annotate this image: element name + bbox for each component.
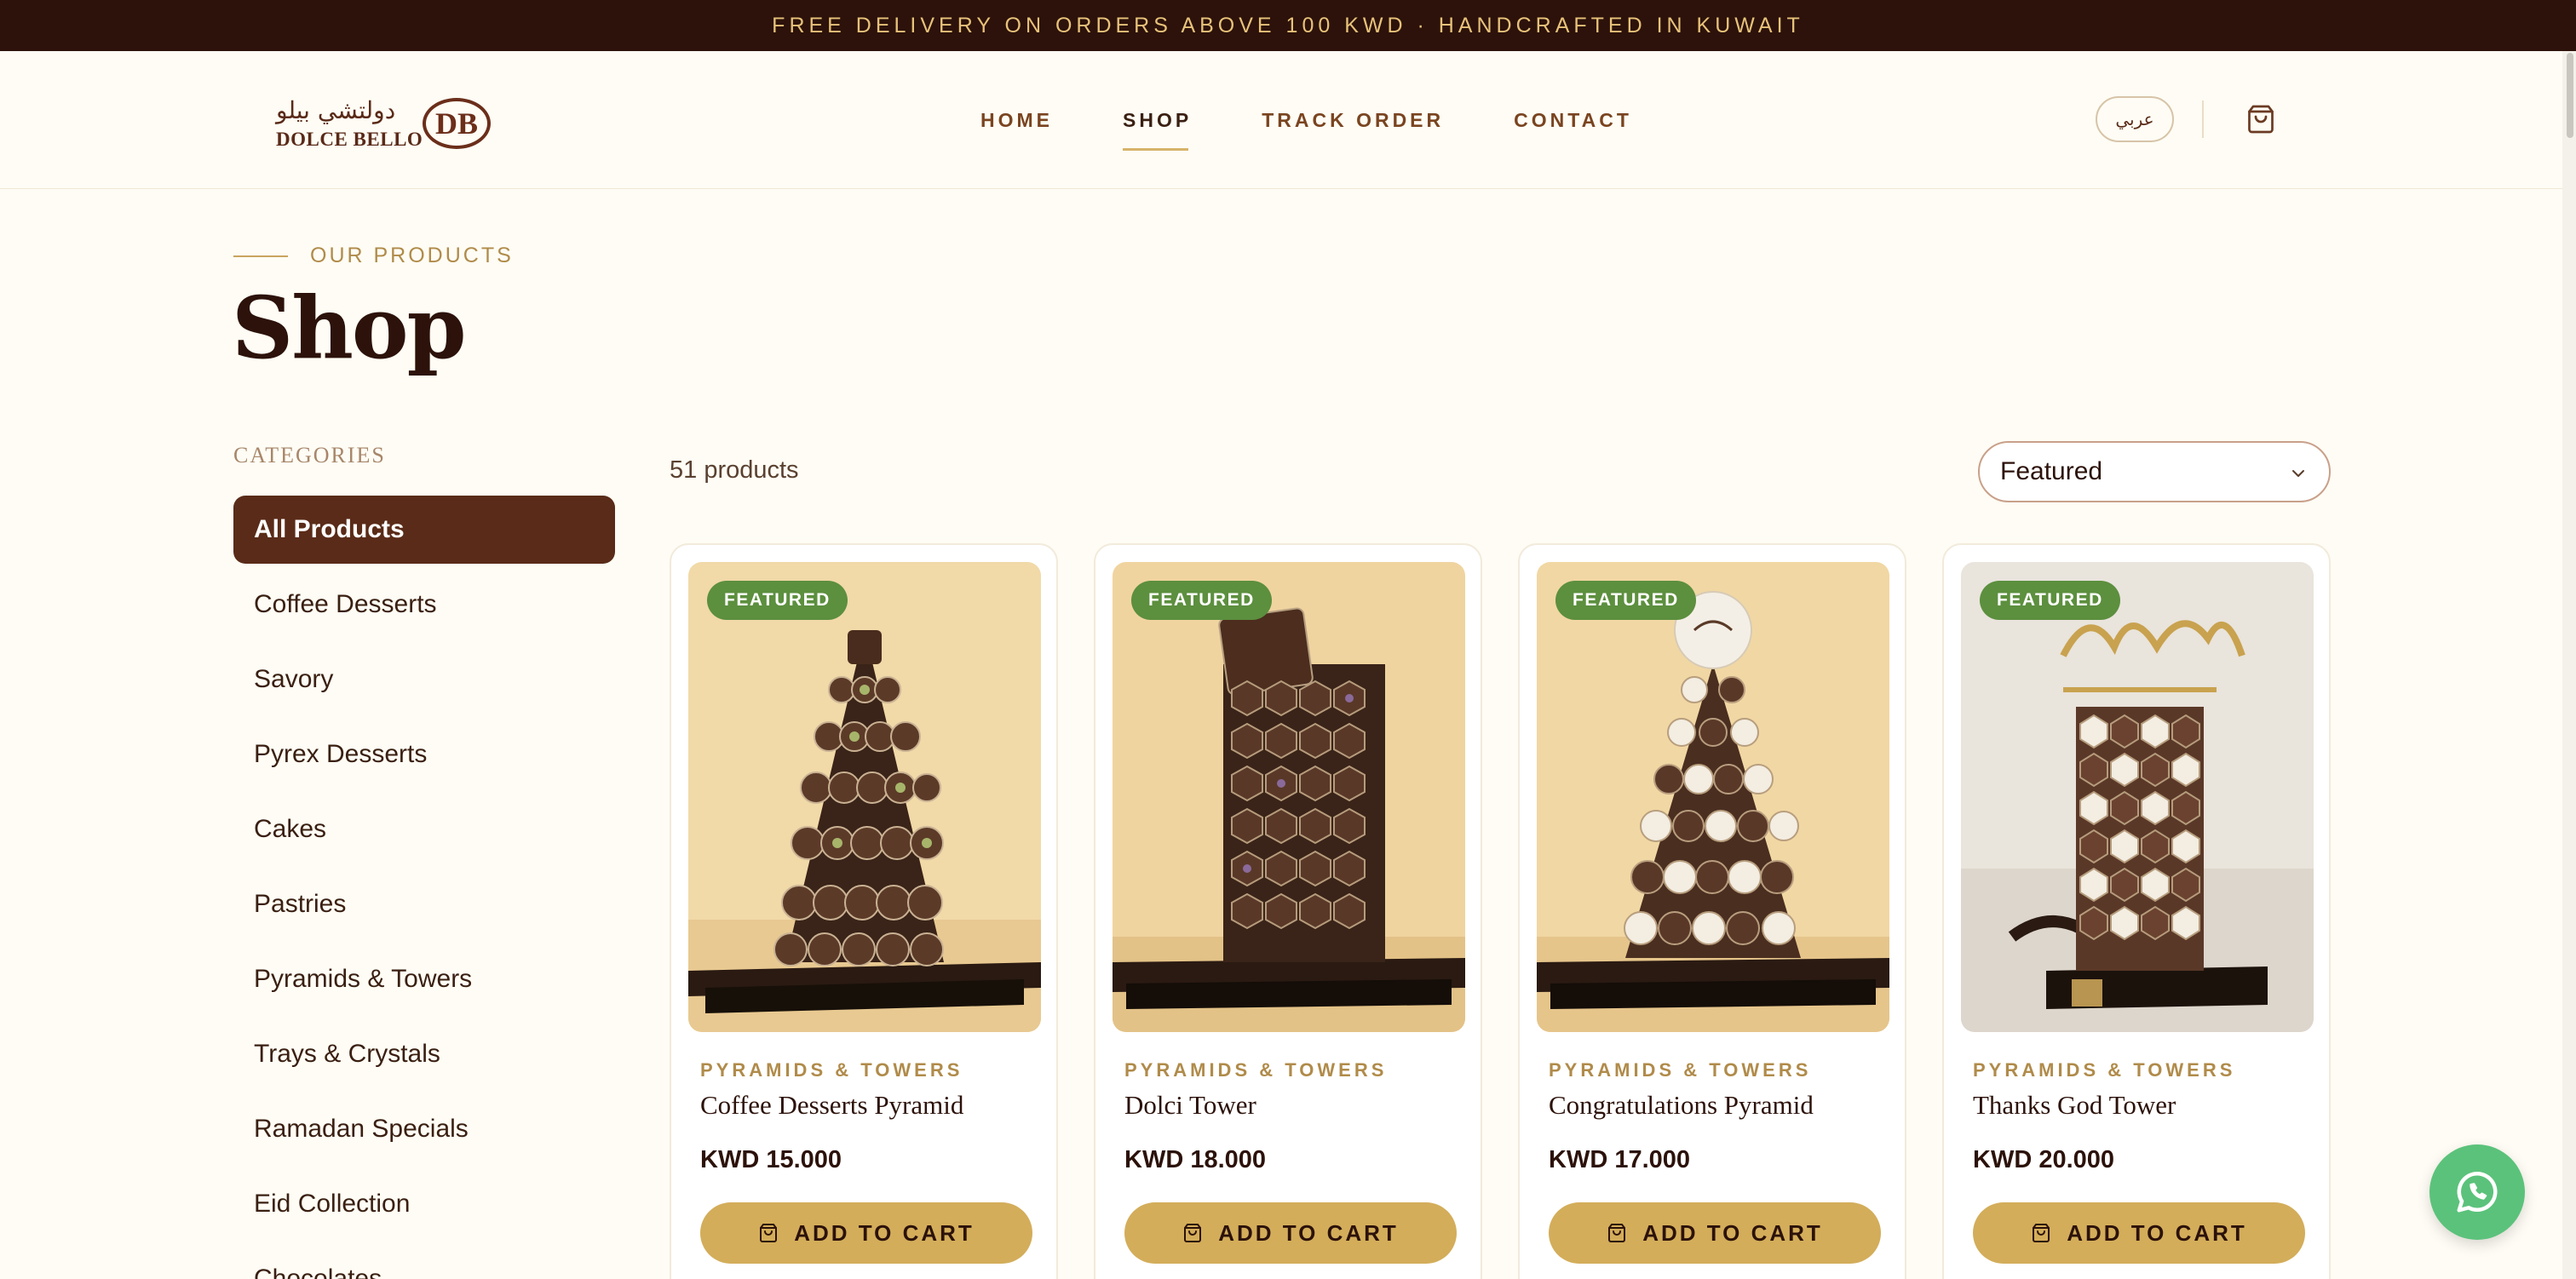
featured-badge: FEATURED [1980, 581, 2120, 620]
add-to-cart-label: ADD TO CART [2067, 1219, 2247, 1246]
page-title: Shop [232, 278, 467, 378]
category-eid-collection[interactable]: Eid Collection [233, 1170, 615, 1238]
category-pyrex-desserts[interactable]: Pyrex Desserts [233, 720, 615, 789]
category-all-products[interactable]: All Products [233, 496, 615, 564]
whatsapp-icon [2457, 1172, 2498, 1213]
product-price: KWD 17.000 [1549, 1146, 1691, 1173]
category-cakes[interactable]: Cakes [233, 795, 615, 863]
product-card[interactable]: FEATURED PYRAMIDS & TOWERS Congratulatio… [1518, 543, 1906, 1279]
product-card[interactable]: FEATURED PYRAMIDS & TOWERS Dolci Tower K… [1094, 543, 1482, 1279]
brand-logo[interactable]: دولتشي بيلو DOLCE BELLO DB [276, 96, 491, 156]
page-scrollbar-thumb[interactable] [2567, 53, 2573, 138]
product-price: KWD 20.000 [1973, 1146, 2115, 1173]
add-to-cart-button[interactable]: ADD TO CART [1124, 1202, 1457, 1264]
add-to-cart-button[interactable]: ADD TO CART [1973, 1202, 2305, 1264]
site-header: دولتشي بيلو DOLCE BELLO DB HOME SHOP TRA… [0, 51, 2562, 189]
product-card[interactable]: FEATURED PYRAMIDS & TOWERS Coffee Desser… [670, 543, 1058, 1279]
product-category: PYRAMIDS & TOWERS [1549, 1059, 1812, 1081]
product-image[interactable] [1961, 562, 2314, 1032]
add-to-cart-label: ADD TO CART [794, 1219, 975, 1246]
product-name[interactable]: Congratulations Pyramid [1549, 1090, 1814, 1121]
announcement-text: FREE DELIVERY ON ORDERS ABOVE 100 KWD · … [772, 13, 1804, 37]
announcement-bar: FREE DELIVERY ON ORDERS ABOVE 100 KWD · … [0, 0, 2576, 51]
product-card[interactable]: FEATURED PYRAMIDS & TOWERS Thanks God To… [1942, 543, 2331, 1279]
sort-select[interactable]: Featured [1978, 441, 2331, 502]
add-to-cart-button[interactable]: ADD TO CART [700, 1202, 1032, 1264]
featured-badge: FEATURED [1555, 581, 1696, 620]
brand-monogram: DB [423, 98, 491, 149]
section-eyebrow: OUR PRODUCTS [233, 244, 514, 268]
product-category: PYRAMIDS & TOWERS [1124, 1059, 1388, 1081]
add-to-cart-button[interactable]: ADD TO CART [1549, 1202, 1881, 1264]
shopping-bag-icon [760, 1224, 778, 1242]
featured-badge: FEATURED [1131, 581, 1272, 620]
category-trays-crystals[interactable]: Trays & Crystals [233, 1020, 615, 1088]
category-ramadan-specials[interactable]: Ramadan Specials [233, 1095, 615, 1163]
shopping-bag-icon [1608, 1224, 1626, 1242]
eyebrow-rule [233, 255, 288, 257]
product-price: KWD 15.000 [700, 1146, 842, 1173]
add-to-cart-label: ADD TO CART [1218, 1219, 1399, 1246]
product-category: PYRAMIDS & TOWERS [700, 1059, 963, 1081]
product-image[interactable] [1113, 562, 1465, 1032]
brand-english-name: DOLCE BELLO [276, 129, 423, 150]
category-list: All Products Coffee Desserts Savory Pyre… [233, 496, 615, 1279]
nav-shop[interactable]: SHOP [1123, 109, 1192, 151]
product-category: PYRAMIDS & TOWERS [1973, 1059, 2236, 1081]
nav-contact[interactable]: CONTACT [1514, 109, 1632, 132]
featured-badge: FEATURED [707, 581, 848, 620]
category-pastries[interactable]: Pastries [233, 870, 615, 938]
product-price: KWD 18.000 [1124, 1146, 1267, 1173]
add-to-cart-label: ADD TO CART [1642, 1219, 1823, 1246]
shopping-bag-icon [2033, 1224, 2050, 1242]
main-nav: HOME SHOP TRACK ORDER CONTACT [980, 109, 1632, 151]
brand-arabic-name: دولتشي بيلو [276, 96, 396, 124]
product-count: 51 products [670, 456, 799, 484]
product-name[interactable]: Dolci Tower [1124, 1090, 1256, 1121]
shopping-bag-icon [1184, 1224, 1202, 1242]
product-image[interactable] [1537, 562, 1889, 1032]
header-divider [2202, 100, 2204, 138]
category-savory[interactable]: Savory [233, 645, 615, 714]
nav-track-order[interactable]: TRACK ORDER [1262, 109, 1444, 132]
category-coffee-desserts[interactable]: Coffee Desserts [233, 571, 615, 639]
product-name[interactable]: Thanks God Tower [1973, 1090, 2176, 1121]
sort-value: Featured [2000, 457, 2103, 485]
category-pyramids-towers[interactable]: Pyramids & Towers [233, 945, 615, 1013]
page-scrollbar[interactable] [2562, 51, 2576, 1279]
category-chocolates[interactable]: Chocolates [233, 1245, 615, 1279]
whatsapp-button[interactable] [2429, 1144, 2525, 1240]
chevron-down-icon [2292, 470, 2304, 477]
cart-icon[interactable] [2245, 104, 2276, 135]
language-toggle[interactable]: عربي [2096, 96, 2174, 142]
eyebrow-text: OUR PRODUCTS [310, 244, 514, 267]
product-image[interactable] [688, 562, 1041, 1032]
product-name[interactable]: Coffee Desserts Pyramid [700, 1090, 963, 1121]
nav-home[interactable]: HOME [980, 109, 1053, 132]
categories-heading: CATEGORIES [233, 443, 386, 467]
